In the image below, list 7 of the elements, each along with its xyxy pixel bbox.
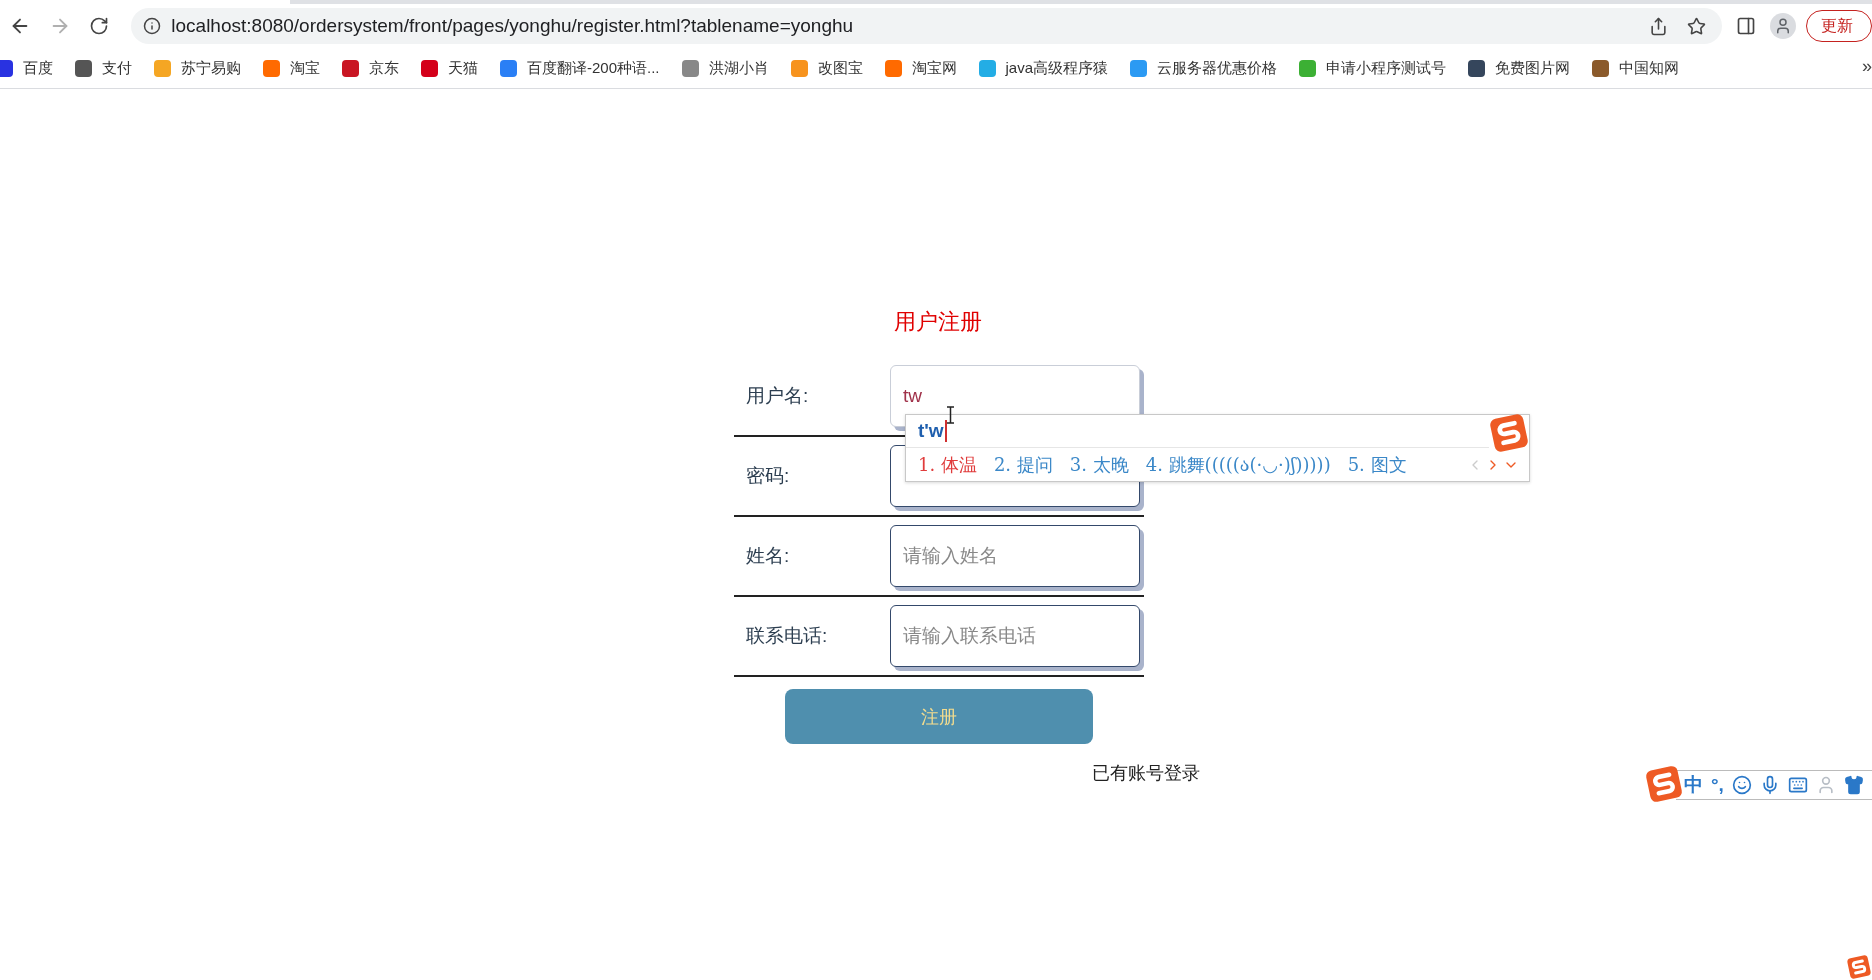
composition-text: t'w	[918, 420, 947, 442]
form-title: 用户注册	[894, 308, 983, 336]
field-label: 用户名:	[745, 384, 810, 408]
field-label: 姓名:	[745, 544, 791, 568]
url-text: localhost:8080/ordersystem/front/pages/yonghu/register.html?tablename=yonghu	[171, 15, 855, 37]
field-label: 联系电话:	[745, 624, 829, 648]
field-label: 密码:	[745, 464, 791, 488]
